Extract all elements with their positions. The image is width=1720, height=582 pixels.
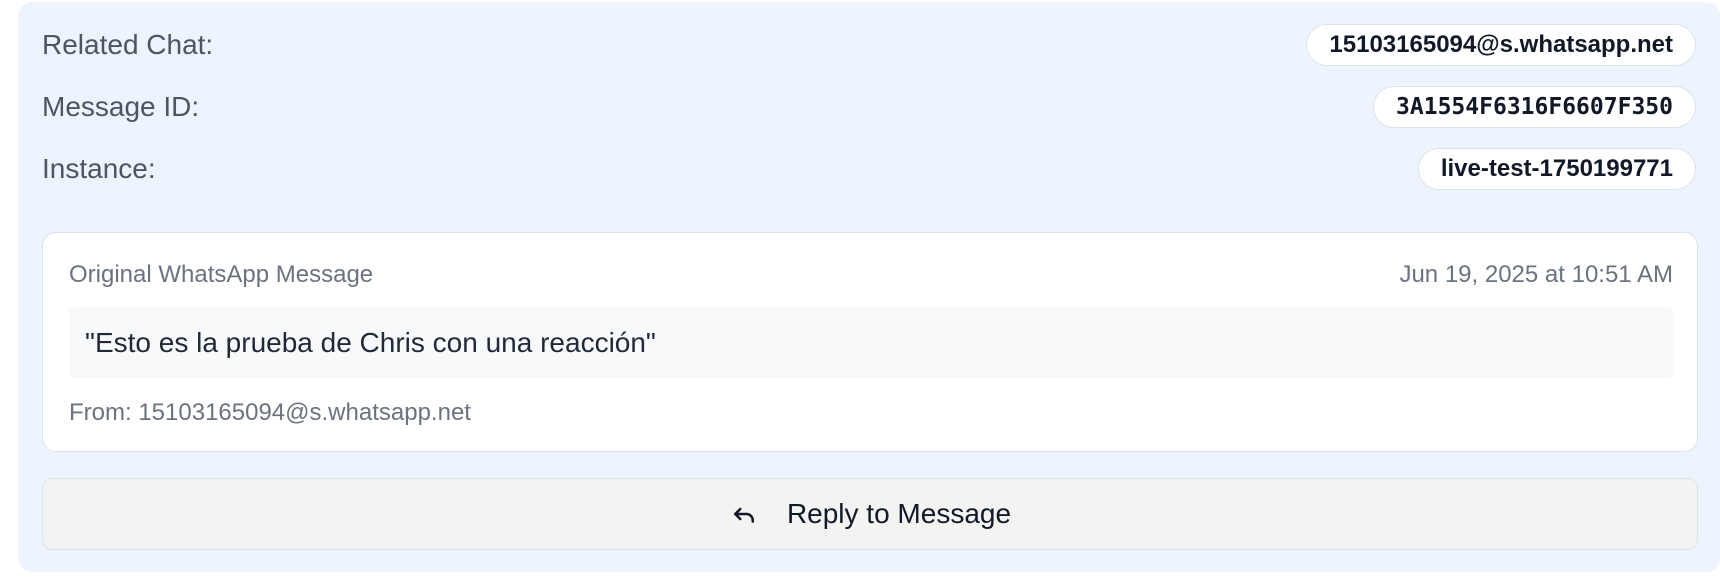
message-id-label: Message ID: (42, 91, 200, 122)
instance-row: Instance: live-test-1750199771 (42, 146, 1696, 192)
reply-arrow-icon (729, 499, 759, 529)
reply-button-label: Reply to Message (786, 498, 1012, 529)
message-sender: From: 15103165094@s.whatsapp.net (69, 399, 471, 426)
original-message-title: Original WhatsApp Message (69, 261, 374, 288)
original-message-card: Original WhatsApp Message Jun 19, 2025 a… (42, 232, 1698, 452)
message-id-badge: 3A1554F6316F6607F350 (1373, 86, 1696, 128)
reply-to-message-button[interactable]: Reply to Message (42, 478, 1698, 550)
message-id-row: Message ID: 3A1554F6316F6607F350 (42, 84, 1696, 130)
message-text: "Esto es la prueba de Chris con una reac… (69, 307, 1673, 379)
message-timestamp: Jun 19, 2025 at 10:51 AM (1399, 261, 1673, 288)
message-details-panel: Related Chat: 15103165094@s.whatsapp.net… (18, 2, 1720, 572)
instance-label: Instance: (42, 153, 156, 184)
related-chat-label: Related Chat: (42, 29, 214, 60)
related-chat-row: Related Chat: 15103165094@s.whatsapp.net (42, 22, 1696, 68)
instance-badge: live-test-1750199771 (1417, 148, 1696, 190)
related-chat-badge: 15103165094@s.whatsapp.net (1306, 24, 1696, 66)
